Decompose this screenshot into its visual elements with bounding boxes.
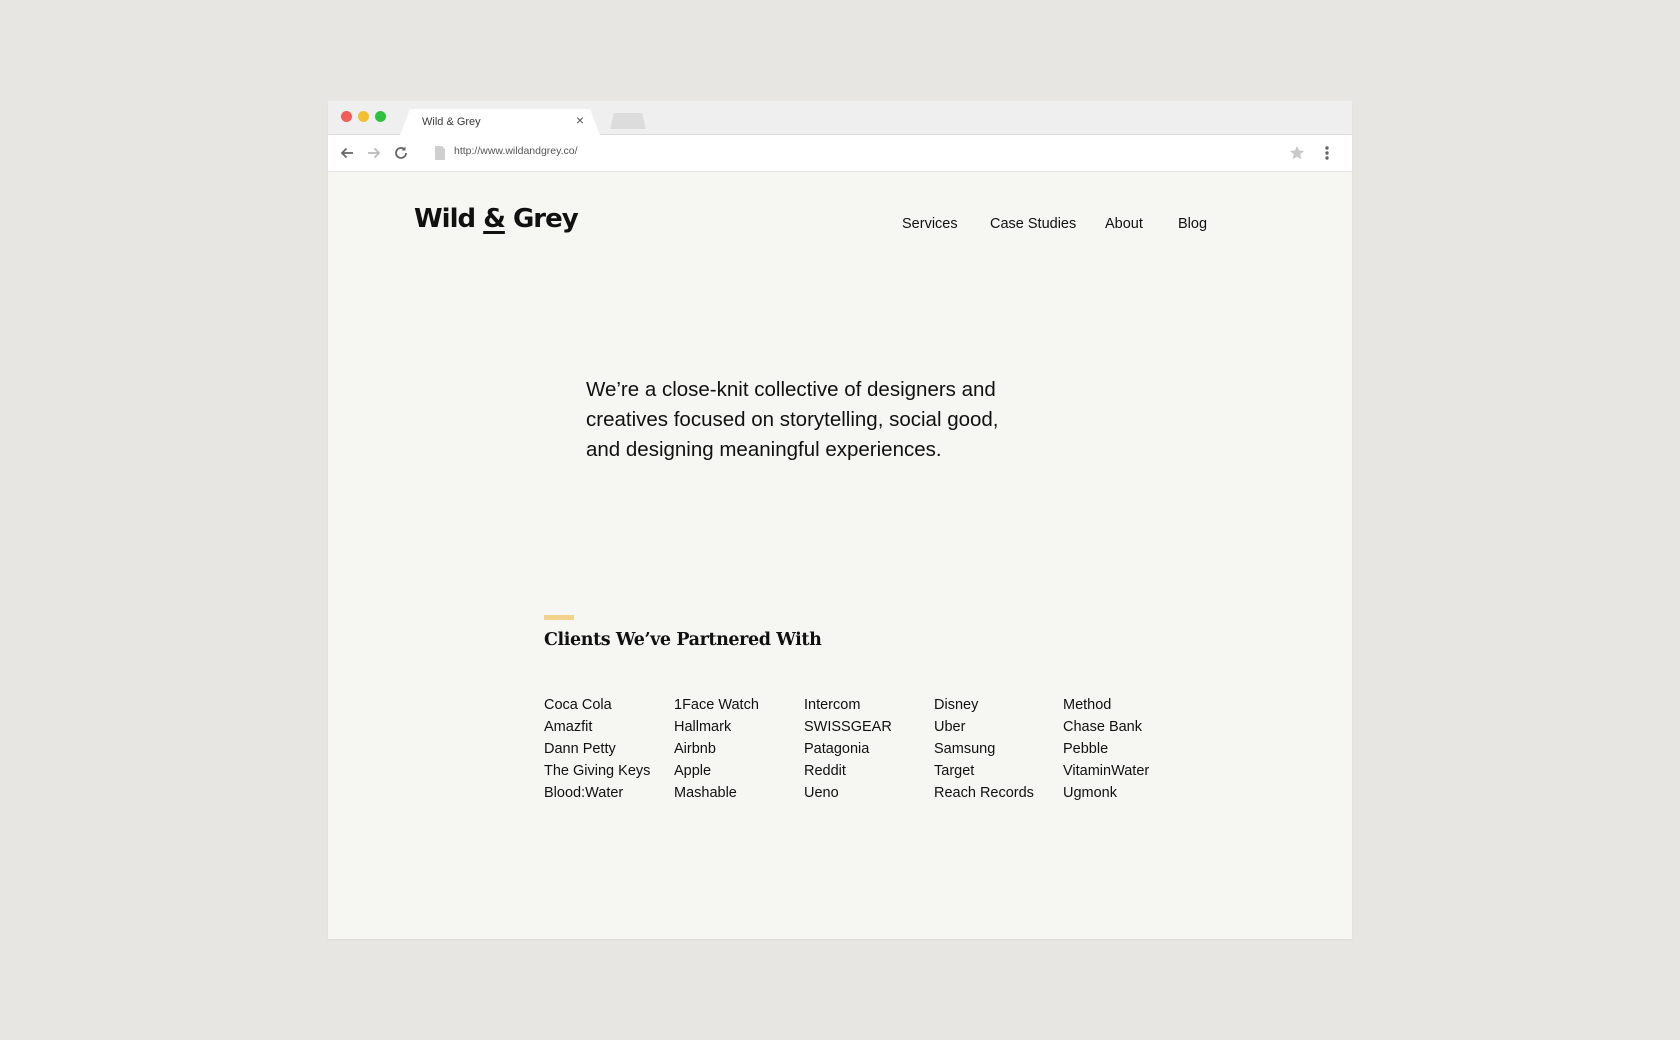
client-name: Disney (934, 697, 979, 713)
client-name: Apple (674, 763, 712, 779)
minimize-window-icon[interactable] (358, 111, 369, 122)
client-name: Reddit (804, 763, 846, 779)
browser-tab[interactable]: Wild & Grey × (400, 109, 600, 135)
client-name: Target (934, 763, 975, 779)
intro-text: We’re a close-knit collective of designe… (586, 378, 999, 461)
client-name: Ugmonk (1063, 785, 1117, 801)
client-name: Ueno (804, 785, 839, 801)
site-logo[interactable]: Wild & Grey (414, 204, 579, 234)
client-name: 1Face Watch (674, 697, 759, 713)
clients-column-2: 1Face Watch Hallmark Airbnb Apple Mashab… (674, 694, 802, 804)
client-name: Airbnb (674, 741, 716, 757)
more-vert-icon[interactable] (1324, 144, 1330, 167)
client-name: Method (1063, 697, 1112, 713)
clients-column-5: Method Chase Bank Pebble VitaminWater Ug… (1063, 694, 1191, 804)
client-name: Uber (934, 719, 966, 735)
accent-bar (544, 615, 574, 620)
reload-icon[interactable] (392, 144, 410, 162)
document-icon (434, 146, 446, 160)
client-name: VitaminWater (1063, 763, 1150, 779)
clients-heading: Clients We’ve Partnered With (544, 630, 822, 650)
logo-ampersand: & (483, 204, 506, 234)
clients-column-4: Disney Uber Samsung Target Reach Records (934, 694, 1062, 804)
browser-toolbar: http://www.wildandgrey.co/ (328, 135, 1352, 172)
client-name: Mashable (674, 785, 737, 801)
client-name: Chase Bank (1063, 719, 1142, 735)
client-name: Pebble (1063, 741, 1109, 757)
client-name: Dann Petty (544, 741, 616, 757)
clients-column-3: Intercom SWISSGEAR Patagonia Reddit Ueno (804, 694, 932, 804)
client-name: Reach Records (934, 785, 1034, 801)
clients-column-1: Coca Cola Amazfit Dann Petty The Giving … (544, 694, 672, 804)
client-name: Intercom (804, 697, 861, 713)
close-window-icon[interactable] (341, 111, 352, 122)
nav-case-studies[interactable]: Case Studies (990, 216, 1076, 232)
back-arrow-icon[interactable] (338, 144, 356, 162)
logo-text-grey: Grey (512, 204, 579, 234)
browser-window: Wild & Grey × http://www.wildandgrey.co/… (328, 101, 1352, 939)
client-name: Hallmark (674, 719, 732, 735)
website-page: Wild & Grey Services Case Studies About … (328, 172, 1352, 939)
address-bar[interactable]: http://www.wildandgrey.co/ (454, 145, 1254, 157)
nav-services[interactable]: Services (902, 216, 958, 232)
nav-about[interactable]: About (1105, 216, 1143, 232)
new-tab-button[interactable] (610, 113, 646, 129)
maximize-window-icon[interactable] (375, 111, 386, 122)
client-name: Samsung (934, 741, 996, 757)
tab-close-icon[interactable]: × (576, 112, 584, 128)
tab-bar: Wild & Grey × (328, 101, 1352, 135)
client-name: The Giving Keys (544, 763, 651, 779)
forward-arrow-icon[interactable] (365, 144, 383, 162)
nav-blog[interactable]: Blog (1178, 216, 1207, 232)
client-name: Patagonia (804, 741, 870, 757)
client-name: Coca Cola (544, 697, 612, 713)
star-icon[interactable] (1288, 144, 1306, 167)
client-name: Amazfit (544, 719, 593, 735)
client-name: Blood:Water (544, 785, 624, 801)
tab-title: Wild & Grey (422, 116, 481, 128)
logo-text-wild: Wild (414, 204, 476, 234)
client-name: SWISSGEAR (804, 719, 892, 735)
